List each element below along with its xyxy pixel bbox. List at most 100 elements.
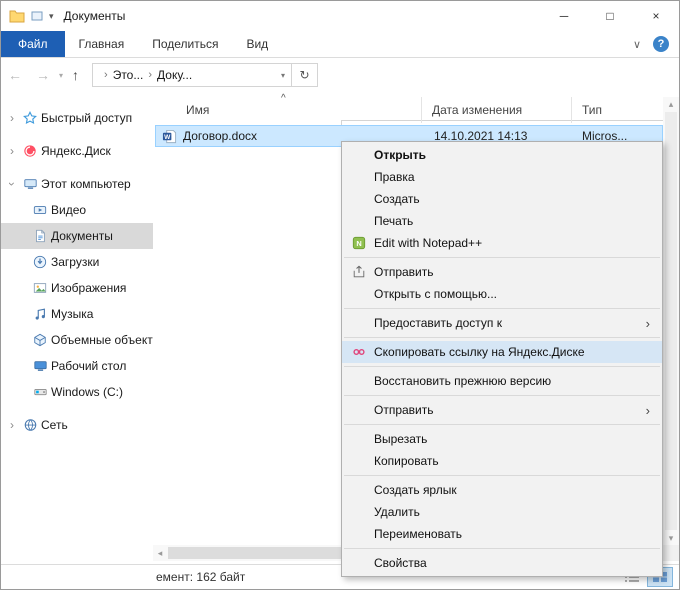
window-title: Документы [64, 9, 126, 23]
scrollbar-corner [663, 545, 679, 561]
sidebar-item-quick-access[interactable]: › Быстрый доступ [1, 105, 153, 131]
expander-icon[interactable]: › [5, 144, 19, 158]
maximize-button[interactable]: □ [587, 1, 633, 31]
notepadpp-icon: N [344, 236, 374, 250]
tab-file[interactable]: Файл [1, 31, 65, 57]
scroll-left-icon[interactable]: ◂ [153, 545, 167, 561]
pictures-icon [29, 281, 51, 295]
sidebar-item-label: Быстрый доступ [41, 111, 132, 125]
computer-icon [19, 177, 41, 191]
sidebar-item-label: Загрузки [51, 255, 99, 269]
yandex-link-icon [344, 345, 374, 359]
ribbon-expand-icon[interactable]: ∨ [633, 38, 641, 51]
menu-item-open-with[interactable]: Открыть с помощью... [342, 283, 662, 305]
svg-text:W: W [164, 134, 171, 141]
yandex-disk-icon [19, 144, 41, 158]
navigation-pane: › Быстрый доступ › Яндекс.Диск › Этот ко… [1, 97, 153, 565]
breadcrumb-documents[interactable]: Доку... [157, 68, 192, 82]
menu-separator [344, 395, 660, 396]
tab-home[interactable]: Главная [65, 31, 139, 57]
qat-button-icon[interactable] [31, 10, 43, 22]
back-button[interactable]: ← [1, 67, 29, 83]
sidebar-item-pictures[interactable]: Изображения [1, 275, 153, 301]
menu-item-print[interactable]: Печать [342, 210, 662, 232]
share-icon [344, 265, 374, 279]
menu-item-give-access-to[interactable]: Предоставить доступ к › [342, 312, 662, 334]
sidebar-item-label: Изображения [51, 281, 126, 295]
menu-item-restore-previous-version[interactable]: Восстановить прежнюю версию [342, 370, 662, 392]
submenu-arrow-icon: › [646, 316, 660, 331]
expander-icon[interactable]: › [5, 418, 19, 432]
quick-access-toolbar: ▾ [1, 9, 54, 23]
title-bar: ▾ Документы ─ □ × [1, 1, 679, 31]
breadcrumb-chevron-icon: › [143, 69, 157, 81]
refresh-icon[interactable]: ↻ [292, 63, 318, 87]
menu-item-properties[interactable]: Свойства [342, 552, 662, 574]
sidebar-item-this-pc[interactable]: › Этот компьютер [1, 171, 153, 197]
menu-item-copy[interactable]: Копировать [342, 450, 662, 472]
app-icon [9, 9, 25, 23]
breadcrumb: › Это... › Доку... ▾ [92, 63, 292, 87]
sidebar-item-label: Видео [51, 203, 86, 217]
sidebar-item-downloads[interactable]: Загрузки [1, 249, 153, 275]
sidebar-item-documents[interactable]: Документы [1, 223, 153, 249]
menu-separator [344, 308, 660, 309]
music-icon [29, 307, 51, 321]
expander-icon[interactable]: › [5, 111, 19, 125]
sidebar-item-label: Сеть [41, 418, 68, 432]
menu-item-send-to[interactable]: Отправить › [342, 399, 662, 421]
tab-view[interactable]: Вид [232, 31, 282, 57]
menu-item-copy-yandex-disk-link[interactable]: Скопировать ссылку на Яндекс.Диске [342, 341, 662, 363]
sidebar-item-label: Яндекс.Диск [41, 144, 111, 158]
column-header-name[interactable]: Имя [153, 97, 421, 123]
column-header-date[interactable]: Дата изменения [421, 97, 571, 123]
menu-separator [344, 475, 660, 476]
sidebar-item-music[interactable]: Музыка [1, 301, 153, 327]
explorer-window: ▾ Документы ─ □ × Файл Главная Поделитьс… [0, 0, 680, 590]
scroll-up-icon[interactable]: ▴ [663, 97, 679, 111]
expander-icon[interactable]: › [5, 177, 19, 191]
sidebar-item-3d-objects[interactable]: Объемные объекты [1, 327, 153, 353]
vertical-scroll-thumb[interactable] [665, 112, 677, 530]
sidebar-item-desktop[interactable]: Рабочий стол [1, 353, 153, 379]
menu-separator [344, 366, 660, 367]
up-button[interactable]: ↑ [65, 67, 86, 83]
breadcrumb-dropdown-icon[interactable]: ▾ [281, 71, 285, 80]
scroll-down-icon[interactable]: ▾ [663, 531, 679, 545]
breadcrumb-this-pc[interactable]: Это... [113, 68, 144, 82]
svg-text:N: N [356, 239, 361, 248]
qat-dropdown-icon[interactable]: ▾ [49, 11, 54, 22]
menu-item-share[interactable]: Отправить [342, 261, 662, 283]
breadcrumb-chevron-icon: › [99, 69, 113, 81]
recent-locations-icon[interactable]: ▾ [57, 71, 65, 80]
sidebar-item-videos[interactable]: Видео [1, 197, 153, 223]
menu-item-create-shortcut[interactable]: Создать ярлык [342, 479, 662, 501]
navigation-bar: ← → ▾ ↑ › Это... › Доку... ▾ ↻ [1, 58, 679, 92]
tab-share[interactable]: Поделиться [138, 31, 232, 57]
menu-item-edit-with-notepadpp[interactable]: N Edit with Notepad++ [342, 232, 662, 254]
help-icon[interactable]: ? [653, 36, 669, 52]
menu-item-cut[interactable]: Вырезать [342, 428, 662, 450]
sidebar-item-label: Рабочий стол [51, 359, 126, 373]
word-icon: W [162, 129, 177, 144]
status-text: емент: 162 байт [156, 570, 245, 584]
column-header-type[interactable]: Тип [571, 97, 663, 123]
minimize-button[interactable]: ─ [541, 1, 587, 31]
sidebar-item-windows-c[interactable]: Windows (C:) [1, 379, 153, 405]
close-button[interactable]: × [633, 1, 679, 31]
ribbon-right-controls: ∨ ? [633, 31, 679, 57]
menu-separator [344, 337, 660, 338]
menu-separator [344, 424, 660, 425]
forward-button[interactable]: → [29, 67, 57, 83]
menu-item-new[interactable]: Создать [342, 188, 662, 210]
downloads-icon [29, 255, 51, 269]
menu-item-delete[interactable]: Удалить [342, 501, 662, 523]
menu-item-rename[interactable]: Переименовать [342, 523, 662, 545]
sidebar-item-network[interactable]: › Сеть [1, 412, 153, 438]
sidebar-item-label: Музыка [51, 307, 93, 321]
drive-icon [29, 385, 51, 399]
menu-item-open[interactable]: Открыть [342, 144, 662, 166]
sidebar-item-yandex-disk[interactable]: › Яндекс.Диск [1, 138, 153, 164]
menu-item-edit[interactable]: Правка [342, 166, 662, 188]
vertical-scrollbar[interactable]: ▴ ▾ [663, 97, 679, 545]
